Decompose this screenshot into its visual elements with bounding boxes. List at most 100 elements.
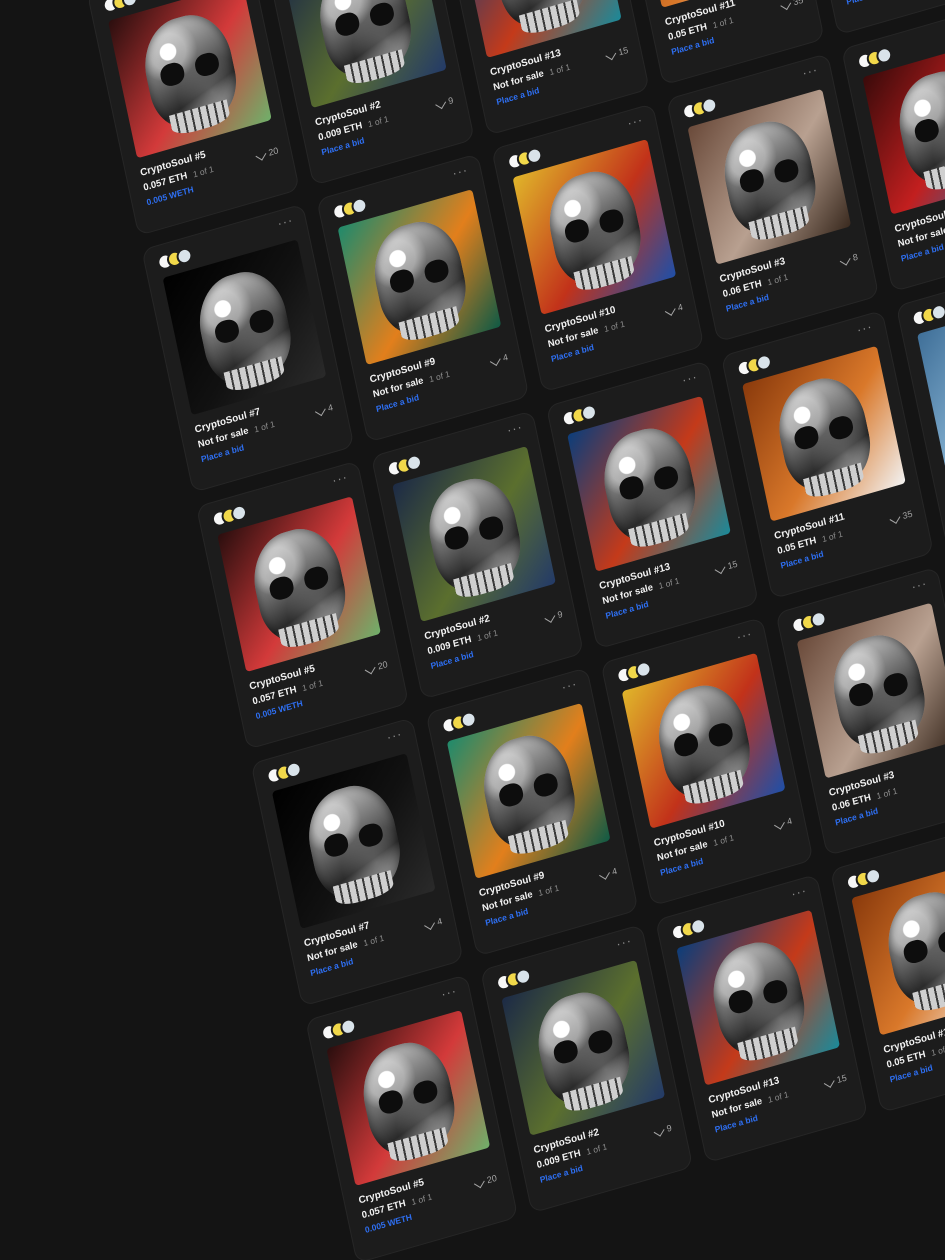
avatar-stack-icon[interactable] xyxy=(844,866,883,892)
more-dots-icon[interactable]: ··· xyxy=(560,676,579,695)
avatar-stack-icon[interactable] xyxy=(669,916,708,942)
avatar-stack-icon[interactable] xyxy=(735,352,774,379)
heart-icon[interactable] xyxy=(889,512,901,524)
nft-card[interactable]: ···CryptoSoul #13Not for sale1 of 115Pla… xyxy=(655,873,869,1164)
more-dots-icon[interactable]: ··· xyxy=(680,368,699,387)
more-dots-icon[interactable]: ··· xyxy=(615,932,634,951)
nft-artwork[interactable] xyxy=(501,959,666,1136)
nft-artwork[interactable] xyxy=(108,0,272,159)
like-button[interactable]: 15 xyxy=(605,44,629,60)
nft-card[interactable]: ···CryptoSoul #30.06 ETH1 of 18Place a b… xyxy=(666,52,880,343)
like-button[interactable]: 15 xyxy=(714,558,738,574)
heart-icon[interactable] xyxy=(823,1076,835,1088)
like-button[interactable]: 20 xyxy=(255,145,279,161)
more-dots-icon[interactable]: ··· xyxy=(331,469,350,488)
nft-artwork[interactable] xyxy=(217,496,381,673)
nft-artwork[interactable] xyxy=(796,602,945,779)
like-button[interactable]: 4 xyxy=(664,301,684,316)
avatar-stack-icon[interactable] xyxy=(494,966,533,993)
avatar-stack-icon[interactable] xyxy=(210,502,249,529)
like-button[interactable]: 4 xyxy=(489,351,509,366)
nft-artwork[interactable] xyxy=(271,753,436,930)
nft-artwork[interactable] xyxy=(567,395,731,572)
nft-artwork[interactable] xyxy=(687,88,852,265)
nft-artwork[interactable] xyxy=(162,239,327,416)
nft-artwork[interactable] xyxy=(282,0,447,109)
more-dots-icon[interactable]: ··· xyxy=(790,882,809,901)
nft-card[interactable]: ···CryptoSoul #50.057 ETH1 of 1200.005 W… xyxy=(86,0,300,236)
like-button[interactable]: 4 xyxy=(314,402,334,416)
avatar-stack-icon[interactable] xyxy=(615,659,653,686)
heart-icon[interactable] xyxy=(473,1176,485,1188)
heart-icon[interactable] xyxy=(598,868,610,880)
nft-card[interactable]: ···CryptoSoul #20.009 ETH1 of 19Place a … xyxy=(261,0,475,186)
like-button[interactable]: 35 xyxy=(780,0,804,10)
avatar-stack-icon[interactable] xyxy=(560,402,599,429)
avatar-stack-icon[interactable] xyxy=(505,145,544,172)
heart-icon[interactable] xyxy=(423,918,435,930)
avatar-stack-icon[interactable] xyxy=(265,759,304,786)
like-button[interactable]: 9 xyxy=(653,1122,673,1137)
heart-icon[interactable] xyxy=(664,304,676,316)
avatar-stack-icon[interactable] xyxy=(101,0,140,15)
nft-artwork[interactable] xyxy=(621,652,786,829)
nft-card[interactable]: ···CryptoSoul #20.009 ETH1 of 19Place a … xyxy=(480,923,694,1214)
like-button[interactable]: 20 xyxy=(364,659,388,675)
more-dots-icon[interactable]: ··· xyxy=(910,575,929,594)
more-dots-icon[interactable]: ··· xyxy=(451,162,470,181)
nft-card[interactable]: ··· CryptoSoul #7 Not for sale 1 of 1 4 Place… xyxy=(141,203,355,493)
like-button[interactable]: 4 xyxy=(423,915,443,930)
like-button[interactable]: 4 xyxy=(773,815,793,830)
nft-artwork[interactable] xyxy=(337,189,502,366)
avatar-stack-icon[interactable] xyxy=(319,1016,358,1043)
like-button[interactable]: 15 xyxy=(823,1072,847,1088)
nft-card[interactable]: ··· CryptoSoul #10 Not for sale 1 of 1 4 Plac… xyxy=(491,103,705,393)
nft-card[interactable]: ···CryptoSoul #110.05 ETH1 of 135Place a… xyxy=(720,309,934,600)
heart-icon[interactable] xyxy=(653,1125,665,1137)
more-dots-icon[interactable]: ··· xyxy=(855,318,874,337)
more-dots-icon[interactable]: ··· xyxy=(626,112,645,131)
heart-icon[interactable] xyxy=(773,818,785,830)
avatar-stack-icon[interactable] xyxy=(910,302,945,328)
avatar-stack-icon[interactable] xyxy=(855,45,894,71)
nft-card[interactable]: ···CryptoSoul #20.009 ETH1 of 19Place a … xyxy=(370,410,585,700)
nft-artwork[interactable] xyxy=(457,0,622,58)
nft-card[interactable]: ··· CryptoSoul #9 Not for sale 1 of 1 4 Place… xyxy=(316,153,530,443)
nft-artwork[interactable] xyxy=(676,909,841,1086)
like-button[interactable]: 9 xyxy=(544,608,563,623)
heart-icon[interactable] xyxy=(714,562,726,574)
heart-icon[interactable] xyxy=(255,149,267,161)
avatar-stack-icon[interactable] xyxy=(330,195,369,222)
nft-artwork[interactable] xyxy=(392,446,556,622)
nft-artwork[interactable] xyxy=(446,702,611,879)
heart-icon[interactable] xyxy=(314,404,326,416)
like-button[interactable]: 35 xyxy=(889,508,913,524)
heart-icon[interactable] xyxy=(435,97,446,109)
heart-icon[interactable] xyxy=(544,611,556,623)
more-dots-icon[interactable]: ··· xyxy=(506,419,525,438)
avatar-stack-icon[interactable] xyxy=(385,452,424,479)
heart-icon[interactable] xyxy=(839,254,851,266)
bid-link[interactable]: Place a bid xyxy=(845,0,890,7)
more-dots-icon[interactable]: ··· xyxy=(440,983,459,1002)
like-button[interactable]: 8 xyxy=(839,251,859,266)
nft-card[interactable]: ···CryptoSoul #50.057 ETH1 of 1200.005 W… xyxy=(305,974,519,1260)
nft-card[interactable]: ··· CryptoSoul #9 Not for sale 1 of 1 4 Place… xyxy=(425,667,639,957)
avatar-stack-icon[interactable] xyxy=(155,246,194,272)
nft-card[interactable]: ··· CryptoSoul #10 Not for sale 1 of 1 4 Plac… xyxy=(600,616,814,907)
more-dots-icon[interactable]: ··· xyxy=(276,212,295,231)
more-dots-icon[interactable]: ··· xyxy=(801,61,820,80)
nft-card[interactable]: ···CryptoSoul #13Not for sale1 of 115Pla… xyxy=(545,359,760,650)
heart-icon[interactable] xyxy=(780,0,792,10)
like-button[interactable]: 4 xyxy=(598,865,618,880)
heart-icon[interactable] xyxy=(605,48,617,60)
heart-icon[interactable] xyxy=(489,354,501,366)
avatar-stack-icon[interactable] xyxy=(440,709,479,736)
avatar-stack-icon[interactable] xyxy=(789,609,828,635)
more-dots-icon[interactable]: ··· xyxy=(385,726,404,745)
nft-artwork[interactable] xyxy=(742,345,906,522)
nft-artwork[interactable] xyxy=(512,139,677,315)
like-button[interactable]: 20 xyxy=(473,1172,498,1188)
nft-artwork[interactable] xyxy=(326,1010,491,1186)
nft-card[interactable]: ···CryptoSoul #50.057 ETH1 of 1200.005 W… xyxy=(195,460,410,750)
